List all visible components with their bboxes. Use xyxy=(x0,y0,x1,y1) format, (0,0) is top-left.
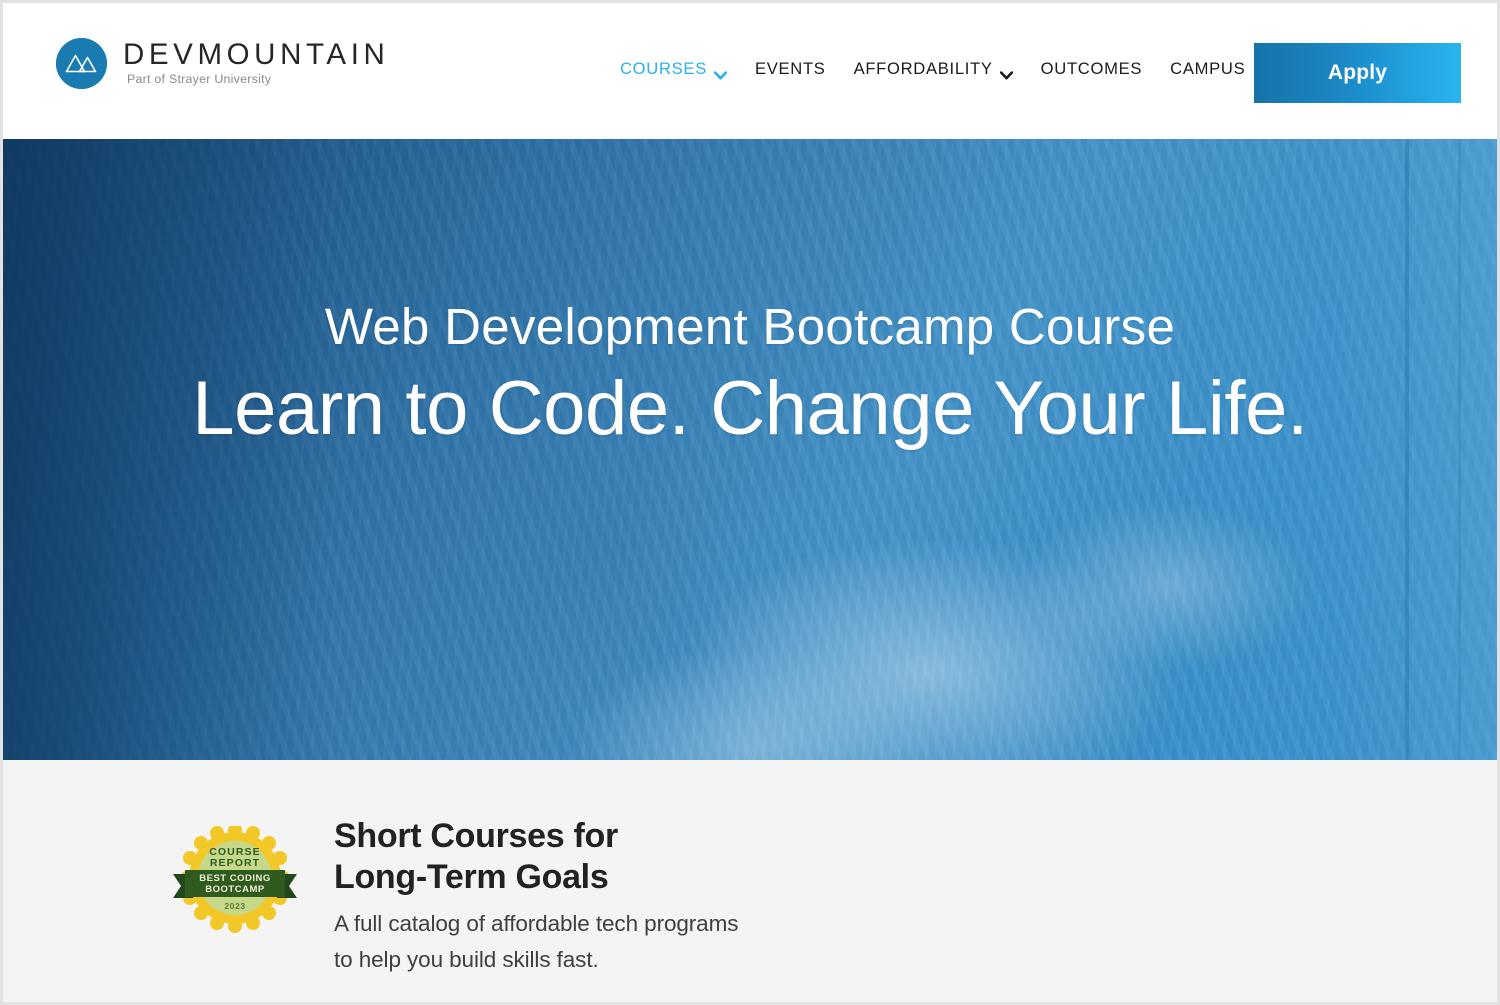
hero-headline: Learn to Code. Change Your Life. xyxy=(192,366,1308,452)
nav-item-campus[interactable]: CAMPUS xyxy=(1170,59,1245,79)
nav-item-courses[interactable]: COURSES xyxy=(620,59,728,79)
svg-text:BOOTCAMP: BOOTCAMP xyxy=(205,884,265,895)
mountain-logo-icon xyxy=(56,38,107,89)
nav-item-courses-label: COURSES xyxy=(620,59,707,78)
main-navigation: COURSES EVENTS AFFORDABILITY OUTCOMES CA… xyxy=(620,59,1245,79)
chevron-down-icon xyxy=(713,65,728,79)
hero-content: Web Development Bootcamp Course Learn to… xyxy=(3,139,1497,760)
promo-subtext: A full catalog of affordable tech progra… xyxy=(334,911,739,972)
nav-item-outcomes[interactable]: OUTCOMES xyxy=(1041,59,1142,79)
hero-banner: Web Development Bootcamp Course Learn to… xyxy=(3,139,1497,760)
svg-text:REPORT: REPORT xyxy=(210,857,260,869)
nav-item-events-label: EVENTS xyxy=(754,59,826,78)
promo-copy: Short Courses for Long-Term Goals A full… xyxy=(334,812,738,977)
promo-inner: COURSE REPORT BEST CODING BOOTCAMP 2023 … xyxy=(171,812,738,977)
site-header: DEVMOUNTAIN Part of Strayer University C… xyxy=(3,3,1497,137)
svg-text:2023: 2023 xyxy=(224,901,245,911)
nav-item-events[interactable]: EVENTS xyxy=(755,59,826,79)
apply-button[interactable]: Apply xyxy=(1254,43,1461,103)
promo-section: COURSE REPORT BEST CODING BOOTCAMP 2023 … xyxy=(3,760,1497,1002)
hero-eyebrow: Web Development Bootcamp Course xyxy=(324,298,1176,355)
course-report-award-badge-icon: COURSE REPORT BEST CODING BOOTCAMP 2023 xyxy=(171,823,299,941)
page-frame: DEVMOUNTAIN Part of Strayer University C… xyxy=(0,0,1500,1005)
brand-tagline: Part of Strayer University xyxy=(127,72,272,87)
nav-item-outcomes-label: OUTCOMES xyxy=(1040,59,1143,78)
chevron-down-icon xyxy=(999,65,1013,79)
nav-item-campus-label: CAMPUS xyxy=(1170,59,1246,78)
nav-item-affordability[interactable]: AFFORDABILITY xyxy=(854,59,1013,79)
nav-item-affordability-label: AFFORDABILITY xyxy=(853,59,993,78)
svg-text:BEST CODING: BEST CODING xyxy=(199,873,270,884)
brand-logo-link[interactable]: DEVMOUNTAIN Part of Strayer University xyxy=(56,38,389,89)
brand-wordmark: DEVMOUNTAIN xyxy=(123,38,390,72)
promo-heading: Short Courses for Long-Term Goals xyxy=(334,817,618,897)
